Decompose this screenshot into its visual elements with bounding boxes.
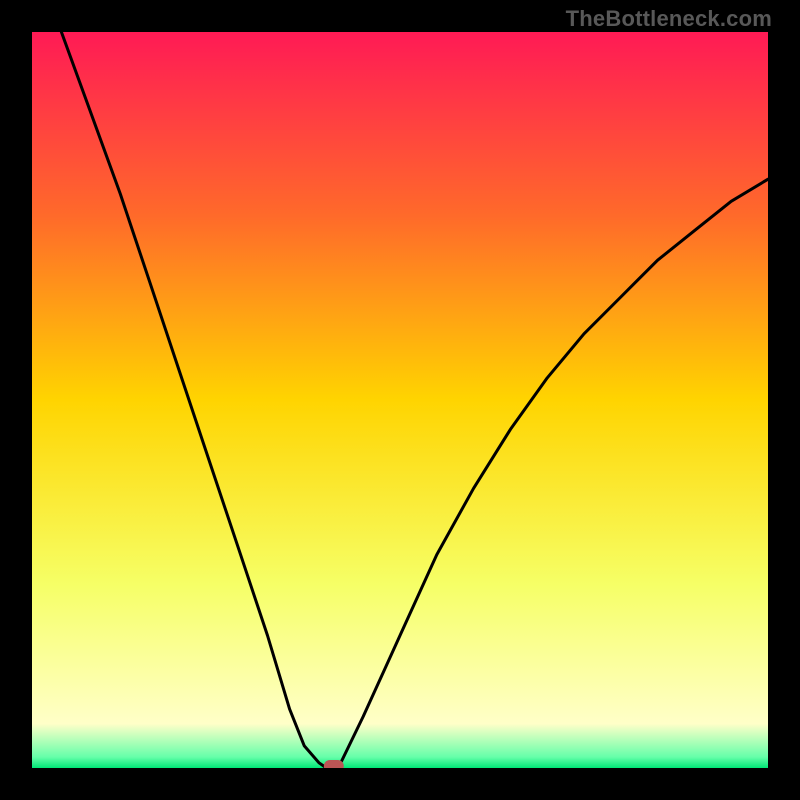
- gradient-background: [32, 32, 768, 768]
- plot-area: [32, 32, 768, 768]
- minimum-marker: [324, 760, 344, 768]
- frame: TheBottleneck.com: [0, 0, 800, 800]
- watermark-text: TheBottleneck.com: [566, 6, 772, 32]
- chart-svg: [32, 32, 768, 768]
